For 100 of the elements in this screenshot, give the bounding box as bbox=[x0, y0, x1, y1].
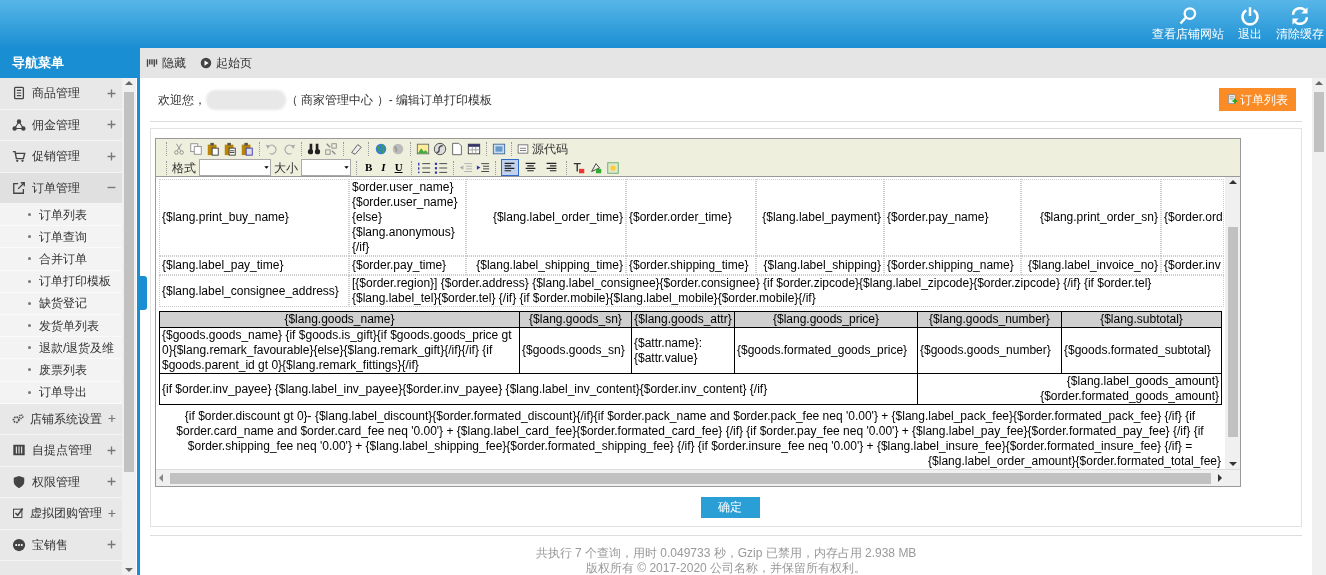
submenu-label: 订单查询 bbox=[39, 228, 87, 246]
checkbox-icon bbox=[12, 506, 25, 521]
start-page-tab[interactable]: 起始页 bbox=[200, 54, 252, 72]
expand-icon[interactable] bbox=[107, 88, 116, 98]
background-color-icon[interactable] bbox=[588, 160, 603, 175]
hide-menu-button[interactable]: 隐藏 bbox=[146, 54, 186, 72]
text-color-icon[interactable] bbox=[571, 160, 586, 175]
column-header: {$lang.goods_sn} bbox=[519, 311, 632, 328]
paste-text-icon[interactable] bbox=[223, 141, 237, 156]
shield-icon bbox=[12, 474, 26, 489]
scrollbar-thumb[interactable] bbox=[1227, 227, 1238, 437]
submenu-item[interactable]: 合并订单 bbox=[0, 248, 122, 271]
template-text: {$order.formated_goods_amount} bbox=[1039, 389, 1219, 404]
source-code-button[interactable]: 源代码 bbox=[517, 139, 568, 158]
collapse-handle[interactable] bbox=[140, 276, 147, 310]
submenu-label: 订单打印模板 bbox=[39, 273, 111, 291]
flash-icon[interactable] bbox=[433, 141, 447, 156]
template-cell: [{$order.region}] {$order.address} {$lang.label_consignee}{$order.consignee} {if $order.zipcode}{$lang.label_zipcode}{$order.zipcode} {/if} {if $order.tel} {$lang.label_tel}{$order.tel} {/if} {if $order.mobile}{$lang.label_mobile}{$order.mobile}{/if} bbox=[349, 275, 1224, 307]
template-text: $order.shipping_fee neq '0.00'} + {$lang.label_shipping_fee}{$order.formated_shipping_fee} {/if} {if $order.insure_fee neq '0.00'} + {$lang.label_insure_fee}{$order.formated_insure_fee} {/if} = bbox=[186, 439, 1194, 454]
expand-icon[interactable] bbox=[107, 540, 116, 550]
template-cell: {$lang.label_payment} bbox=[756, 179, 884, 256]
paste-word-icon[interactable] bbox=[240, 141, 254, 156]
nav-menu-title: 导航菜单 bbox=[0, 48, 137, 78]
menu-label: 权限管理 bbox=[32, 473, 81, 491]
page-icon[interactable] bbox=[450, 141, 464, 156]
gears-icon bbox=[12, 411, 25, 426]
underline-button[interactable]: U bbox=[391, 159, 406, 176]
expand-icon[interactable] bbox=[108, 414, 116, 424]
template-cell: {$lang.label_pay_time} bbox=[159, 256, 349, 275]
dropdown-caret-icon bbox=[263, 164, 270, 171]
table-icon[interactable] bbox=[467, 141, 481, 156]
globe-icon[interactable] bbox=[374, 141, 388, 156]
refresh-icon bbox=[1290, 6, 1310, 26]
expand-icon[interactable] bbox=[107, 151, 116, 161]
scrollbar-thumb[interactable] bbox=[1314, 92, 1324, 152]
scrollbar-thumb[interactable] bbox=[124, 92, 134, 472]
submenu-item[interactable]: 订单打印模板 bbox=[0, 270, 122, 293]
template-cell: $order.user_name} {$order.user_name} {else} {$lang.anonymous} {/if} bbox=[349, 179, 466, 256]
column-header: {$lang.subtotal} bbox=[1061, 311, 1222, 328]
size-label: 大小 bbox=[274, 159, 298, 177]
submenu-label: 废票列表 bbox=[39, 361, 87, 379]
add-document-icon bbox=[1227, 93, 1238, 106]
indent-icon[interactable] bbox=[475, 160, 490, 175]
expand-icon[interactable] bbox=[107, 477, 116, 487]
template-cell: {$order.ord bbox=[1161, 179, 1224, 256]
template-cell: {$lang.print_buy_name} bbox=[159, 179, 349, 256]
template-cell: {$order.shipping_time} bbox=[626, 256, 756, 275]
scroll-right-icon[interactable] bbox=[1215, 473, 1225, 483]
submenu-item[interactable]: 订单导出 bbox=[0, 381, 122, 404]
numbered-list-icon[interactable] bbox=[416, 160, 431, 175]
menu-label: 商品管理 bbox=[32, 85, 81, 103]
submenu-item[interactable]: 废票列表 bbox=[0, 359, 122, 382]
redo-icon[interactable] bbox=[282, 141, 296, 156]
submenu-item[interactable]: 发货单列表 bbox=[0, 314, 122, 338]
eraser-icon[interactable] bbox=[349, 141, 363, 156]
template-cell: {$lang.print_order_sn} bbox=[1021, 179, 1161, 256]
format-label: 格式 bbox=[172, 159, 196, 177]
submenu-label: 发货单列表 bbox=[39, 317, 99, 335]
bullet-list-icon[interactable] bbox=[433, 160, 448, 175]
submenu-label: 缺货登记 bbox=[39, 295, 87, 313]
template-cell: {$lang.label_invoice_no} bbox=[1021, 256, 1161, 275]
align-left-button[interactable] bbox=[500, 159, 519, 176]
editor-vertical-scrollbar[interactable] bbox=[1225, 177, 1240, 469]
template-text: $order.card_name and $order.card_fee neq '0.00'} + {$lang.label_card_fee}{$order.formated_card_fee} {/if} {if $order.pay_fee neq '0.00'} + {$lang.label_pay_fee}{$order.formated_pay_fee} {/if} {if bbox=[175, 424, 1205, 439]
template-cell: {$goods.goods_sn} bbox=[519, 327, 632, 374]
italic-button[interactable]: I bbox=[378, 159, 389, 176]
frame-icon[interactable] bbox=[492, 141, 506, 156]
chat-icon bbox=[12, 537, 26, 552]
scroll-down-icon[interactable] bbox=[124, 565, 134, 575]
submenu-item[interactable]: 退款/退货及维 bbox=[0, 337, 122, 360]
submenu-label: 订单导出 bbox=[39, 384, 87, 402]
expand-icon[interactable] bbox=[108, 508, 116, 518]
editor-content[interactable] bbox=[156, 177, 1225, 469]
expand-icon[interactable] bbox=[107, 445, 116, 455]
faded-globe-icon[interactable] bbox=[391, 141, 405, 156]
paste-icon[interactable] bbox=[206, 141, 220, 156]
template-cell: {$lang.label_consignee_address} bbox=[159, 275, 349, 307]
footer-text: 版权所有 © 2017-2020 公司名称，并保留所有权利。 bbox=[584, 561, 868, 575]
template-cell: {$order.shipping_name} bbox=[884, 256, 1021, 275]
template-cell: {$goods.goods_number} bbox=[917, 327, 1062, 374]
binoculars-icon[interactable] bbox=[307, 141, 321, 156]
editor-horizontal-scrollbar[interactable] bbox=[156, 469, 1240, 486]
bold-button[interactable]: B bbox=[362, 159, 376, 176]
submenu-item[interactable]: 订单列表 bbox=[0, 204, 122, 227]
submenu-label: 退款/退货及维 bbox=[39, 339, 115, 357]
template-cell: {if $order.inv_payee} {$lang.label_inv_payee}{$order.inv_payee} {$lang.label_inv_content}{$order.inv_content} {/if} bbox=[159, 373, 918, 405]
template-cell: {$order.order_time} bbox=[626, 179, 756, 256]
submenu-item[interactable]: 订单查询 bbox=[0, 226, 122, 249]
menu-label: 虚拟团购管理 bbox=[30, 505, 103, 523]
template-text: {if $order.discount gt 0}- {$lang.label_discount}{$order.formated_discount}{/if}{if $order.pack_name and $order.pack_fee neq '0.00'} + {$lang.label_pack_fee}{$order.formated_pack_fee} {/if} {if bbox=[183, 409, 1197, 424]
page-scrollbar[interactable] bbox=[1312, 78, 1326, 575]
submenu-item[interactable]: 缺货登记 bbox=[0, 292, 122, 315]
undo-icon[interactable] bbox=[265, 141, 279, 156]
menu-label: 促销管理 bbox=[32, 148, 81, 166]
expand-icon[interactable] bbox=[107, 120, 116, 130]
column-header: {$lang.goods_number} bbox=[917, 311, 1062, 328]
scrollbar-thumb[interactable] bbox=[170, 472, 1211, 484]
cut-icon[interactable] bbox=[172, 141, 186, 156]
menu-label: 订单管理 bbox=[32, 179, 81, 197]
sidebar-scrollbar[interactable] bbox=[122, 78, 136, 575]
